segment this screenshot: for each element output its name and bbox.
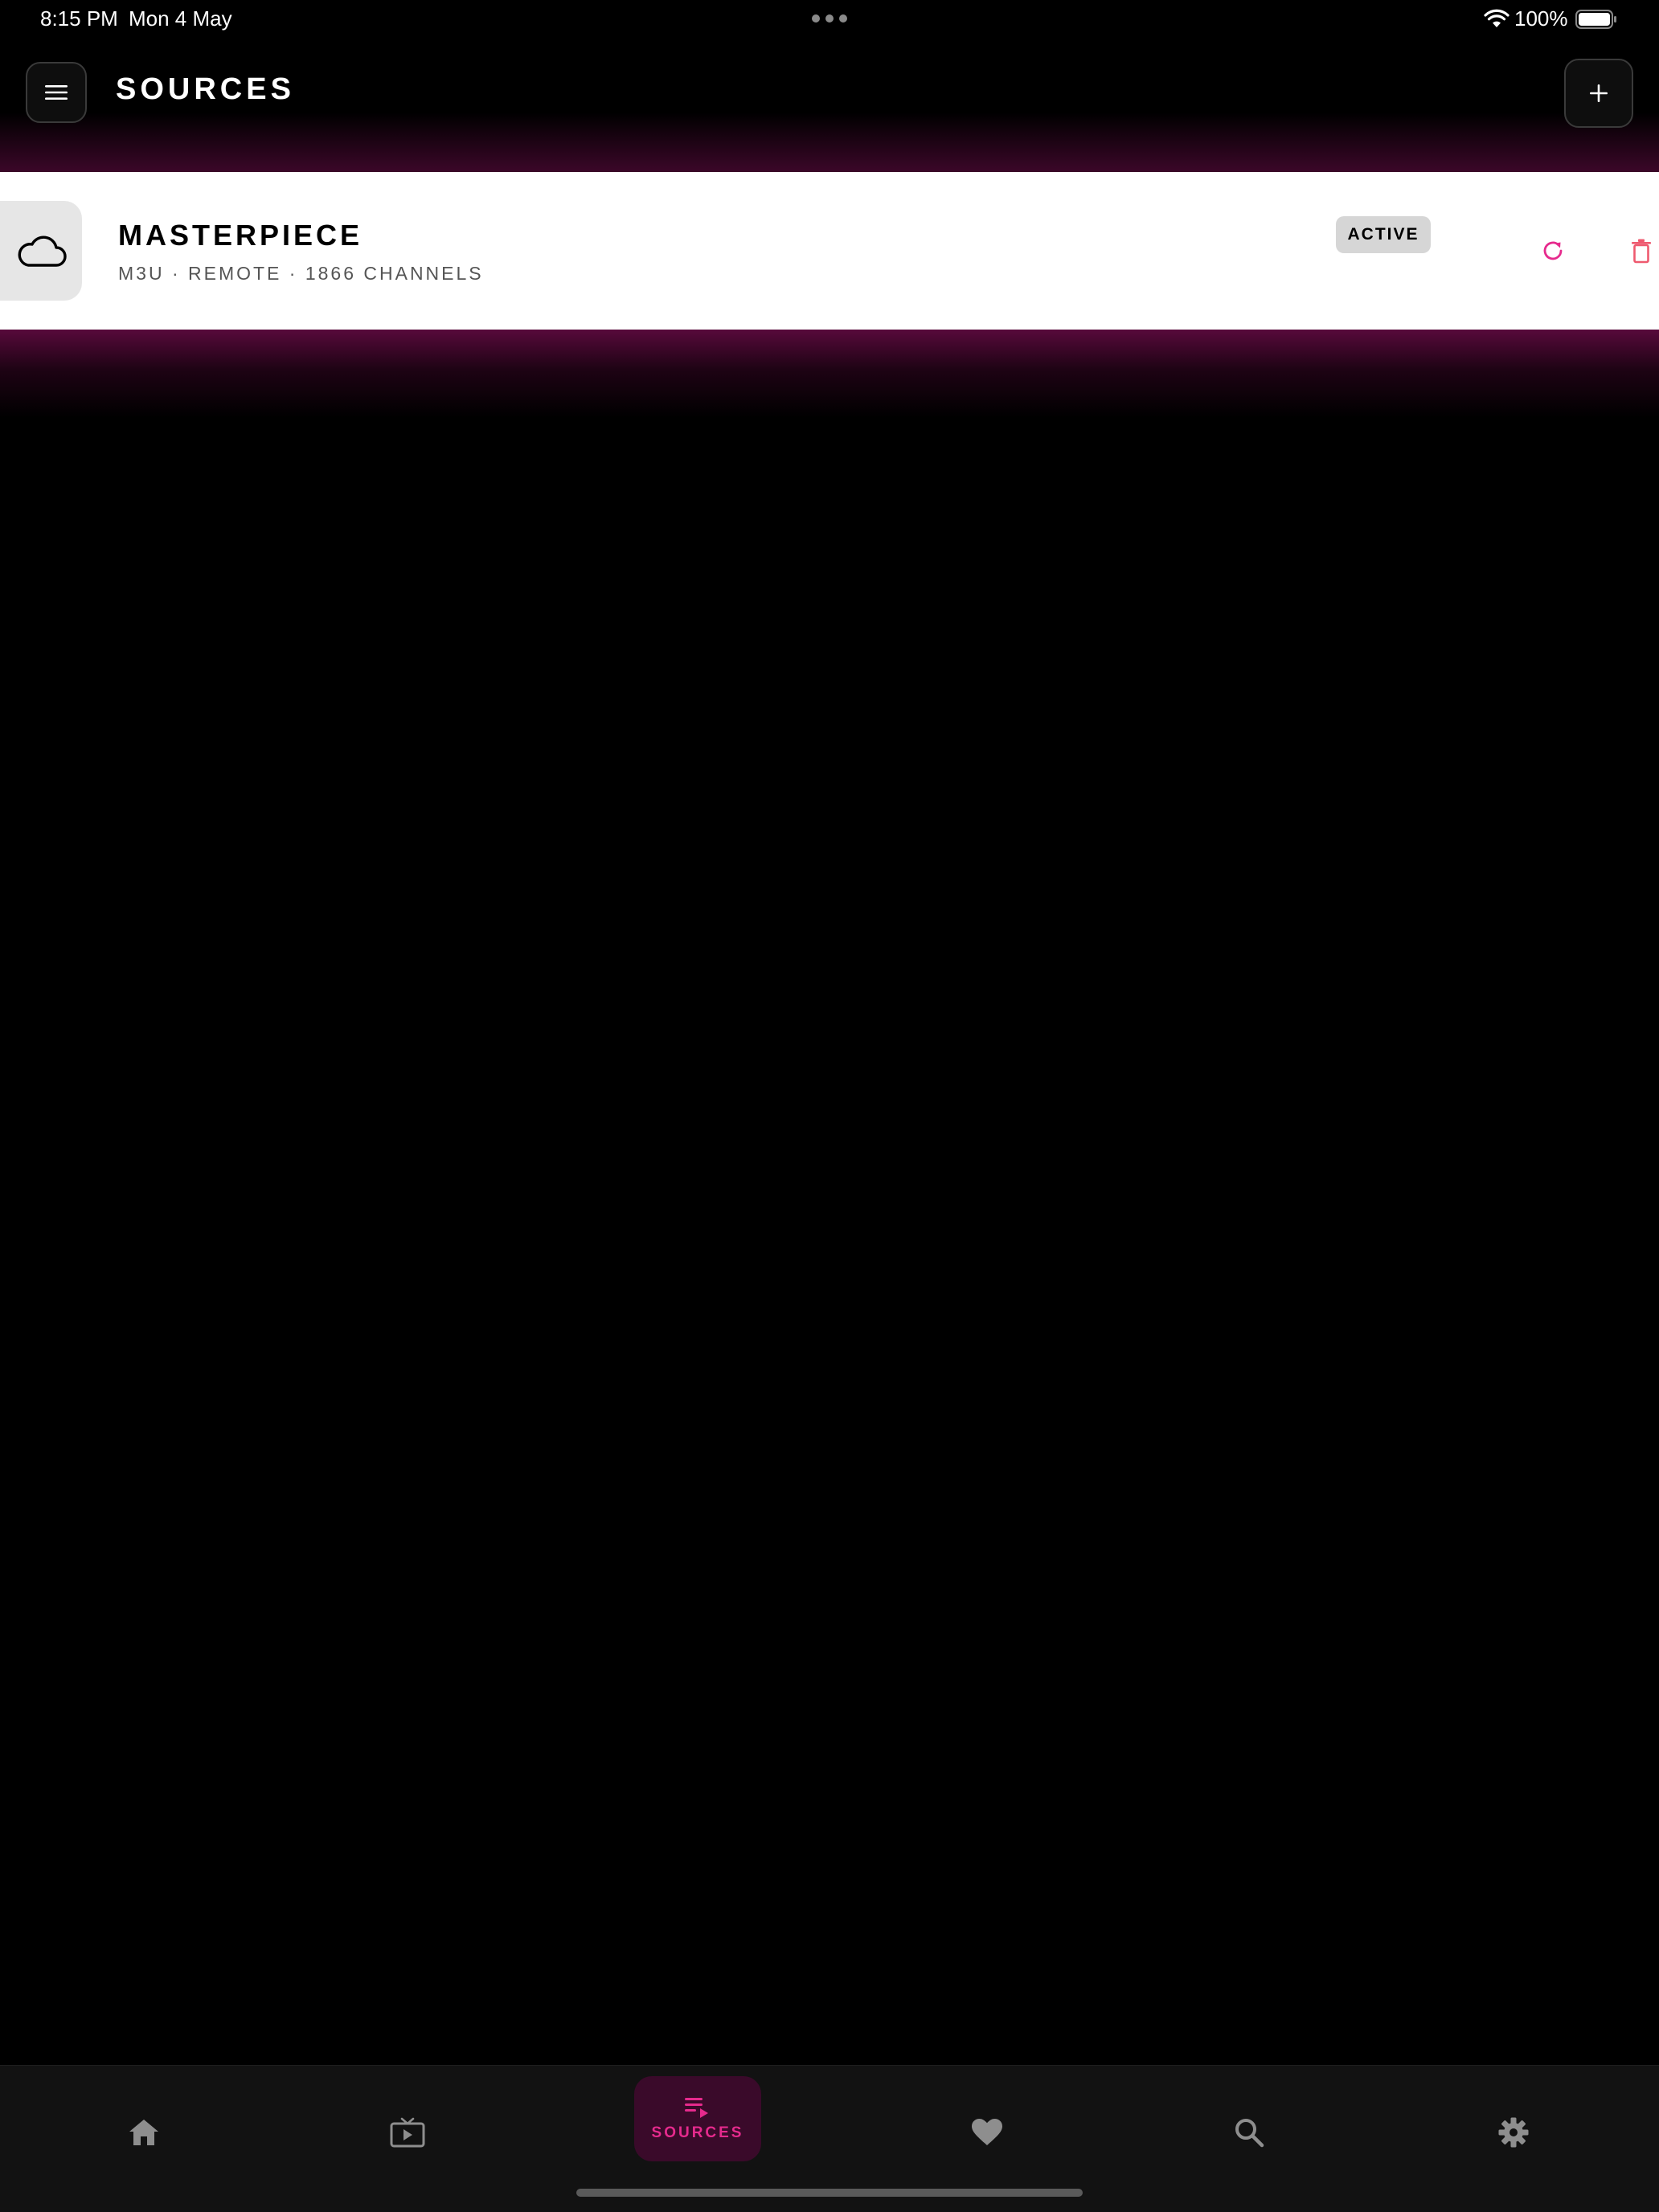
- sources-screen: 8:15 PM Mon 4 May 100% SOURCES MASTERPIE…: [0, 0, 1659, 2212]
- add-source-button[interactable]: [1564, 59, 1633, 128]
- playlist-icon: [685, 2098, 708, 2118]
- nav-sources[interactable]: SOURCES: [634, 2076, 761, 2161]
- nav-sources-label: SOURCES: [651, 2124, 744, 2141]
- nav-home[interactable]: [119, 2108, 169, 2157]
- status-time: 8:15 PM: [40, 6, 118, 31]
- home-indicator[interactable]: [576, 2189, 1083, 2197]
- multitasking-dots-icon[interactable]: [812, 14, 847, 23]
- header-glow: [0, 113, 1659, 172]
- trash-icon: [1632, 239, 1651, 264]
- delete-button[interactable]: [1625, 235, 1657, 267]
- home-icon: [129, 2120, 158, 2145]
- card-glow: [0, 330, 1659, 418]
- nav-live-tv[interactable]: [383, 2108, 432, 2157]
- wifi-icon: [1484, 9, 1509, 27]
- nav-settings[interactable]: [1489, 2108, 1538, 2157]
- battery-icon: [1575, 10, 1616, 29]
- refresh-button[interactable]: [1537, 235, 1569, 267]
- refresh-icon: [1543, 241, 1563, 260]
- hamburger-icon: [45, 85, 68, 100]
- plus-icon: [1590, 84, 1608, 102]
- live-tv-icon: [390, 2117, 425, 2148]
- status-date: Mon 4 May: [129, 6, 232, 31]
- nav-search[interactable]: [1224, 2108, 1274, 2157]
- status-bar: 8:15 PM Mon 4 May 100%: [0, 0, 1659, 39]
- menu-button[interactable]: [26, 62, 87, 123]
- source-icon-box: [0, 201, 82, 301]
- source-card[interactable]: MASTERPIECE M3U · REMOTE · 1866 CHANNELS…: [0, 172, 1659, 330]
- heart-icon: [972, 2119, 1002, 2145]
- battery-percent: 100%: [1514, 6, 1568, 31]
- page-title: SOURCES: [116, 72, 295, 106]
- nav-favorites[interactable]: [962, 2108, 1012, 2157]
- cloud-icon: [18, 236, 67, 267]
- source-name: MASTERPIECE: [118, 219, 363, 252]
- source-meta: M3U · REMOTE · 1866 CHANNELS: [118, 263, 484, 284]
- search-icon: [1235, 2119, 1264, 2148]
- gear-icon: [1498, 2117, 1529, 2148]
- status-badge: ACTIVE: [1336, 216, 1431, 253]
